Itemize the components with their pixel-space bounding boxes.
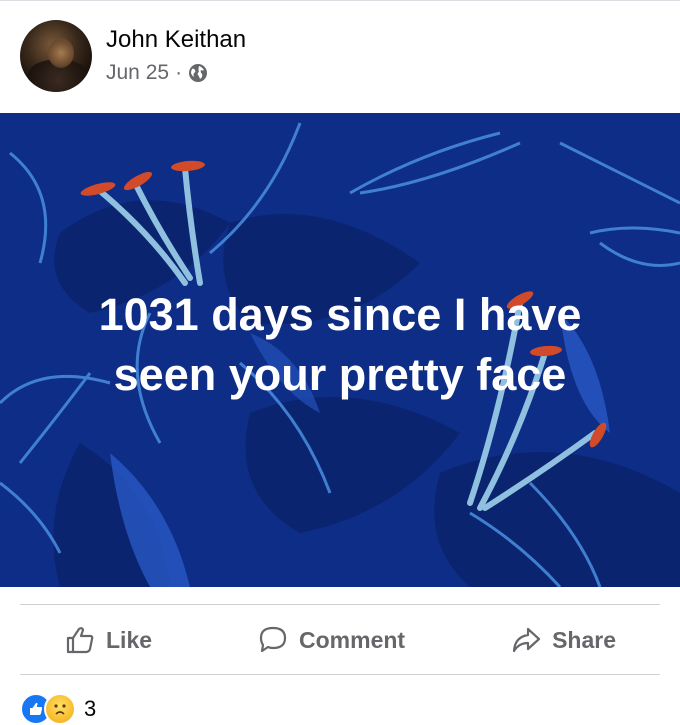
share-icon [512, 627, 541, 653]
comment-icon [259, 626, 287, 653]
separator-dot: · [175, 61, 183, 84]
reaction-count: 3 [84, 696, 97, 721]
post-status-text: 1031 days since I have seen your pretty … [0, 285, 680, 405]
post-subline: Jun 25 · [106, 59, 246, 87]
comment-button[interactable]: Comment [213, 624, 449, 656]
reaction-summary[interactable]: 3 [20, 693, 96, 725]
top-divider [0, 0, 680, 1]
action-bar: Like Comment Share [20, 606, 660, 674]
post-date[interactable]: Jun 25 [106, 59, 169, 87]
share-button[interactable]: Share [466, 624, 660, 656]
action-divider-top [20, 604, 660, 605]
like-label: Like [106, 626, 153, 653]
post-text-line2: seen your pretty face [113, 349, 567, 400]
comment-label: Comment [299, 626, 406, 653]
post-meta: John Keithan Jun 25 · [106, 25, 246, 87]
care-reaction-icon [44, 693, 76, 725]
thumbs-up-icon [66, 627, 94, 654]
like-button[interactable]: Like [20, 624, 196, 656]
avatar[interactable] [20, 20, 92, 92]
share-label: Share [552, 626, 616, 653]
globe-icon [188, 63, 208, 83]
action-divider-bottom [20, 674, 660, 675]
author-name[interactable]: John Keithan [106, 25, 246, 55]
post-header: John Keithan Jun 25 · [20, 20, 246, 92]
post-text-line1: 1031 days since I have [98, 289, 582, 340]
